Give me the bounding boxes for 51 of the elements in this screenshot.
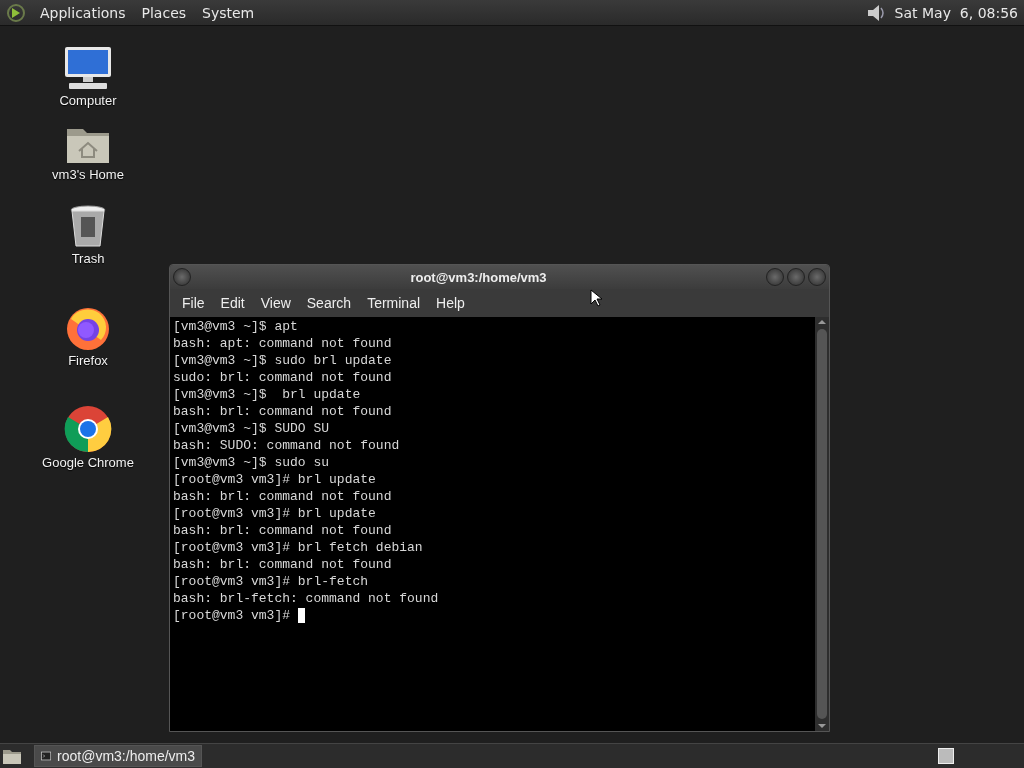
- window-title: root@vm3:/home/vm3: [409, 269, 548, 285]
- desktop-icon-label[interactable]: Trash: [71, 251, 105, 266]
- desktop-icon-label[interactable]: Google Chrome: [42, 455, 134, 470]
- chrome-icon: [64, 405, 112, 453]
- desktop-icon-label[interactable]: vm3's Home: [52, 167, 124, 182]
- firefox-icon: [65, 305, 111, 351]
- mouse-pointer-icon: [590, 289, 602, 307]
- menu-item[interactable]: Terminal: [359, 295, 429, 311]
- menu-item[interactable]: Help: [428, 295, 473, 311]
- menu-item[interactable]: View: [252, 295, 299, 311]
- taskbar-button[interactable]: root@vm3:/home/vm3: [34, 745, 202, 767]
- panel-menu[interactable]: Places: [133, 4, 195, 21]
- terminal-line: [vm3@vm3 ~]$ apt: [173, 318, 298, 335]
- text-cursor: [297, 608, 305, 623]
- terminal-line: [vm3@vm3 ~]$ brl update: [173, 386, 361, 403]
- desktop-icon-label[interactable]: Firefox: [68, 353, 108, 368]
- terminal-line: [vm3@vm3 ~]$ sudo su: [173, 454, 330, 471]
- terminal-line: [root@vm3 vm3]# brl update: [173, 471, 376, 488]
- terminal-line: [root@vm3 vm3]# brl update: [173, 505, 376, 522]
- show-desktop-icon[interactable]: [2, 747, 22, 765]
- terminal-line: [root@vm3 vm3]#: [173, 607, 292, 624]
- terminal-line: [root@vm3 vm3]# brl-fetch: [173, 573, 369, 590]
- trash-icon: [69, 205, 107, 249]
- scrollbar[interactable]: [815, 317, 829, 731]
- terminal-line: bash: brl-fetch: command not found: [173, 590, 439, 607]
- terminal-line: [vm3@vm3 ~]$ sudo brl update: [173, 352, 392, 369]
- terminal-line: bash: SUDO: command not found: [173, 437, 400, 454]
- maximize-button[interactable]: [787, 268, 805, 286]
- panel-menu[interactable]: System: [194, 4, 263, 21]
- workspace-switcher[interactable]: [938, 748, 954, 764]
- monitor-icon: [63, 45, 113, 91]
- menu-item[interactable]: File: [174, 295, 213, 311]
- close-button[interactable]: [808, 268, 826, 286]
- terminal-line: bash: brl: command not found: [173, 556, 392, 573]
- scroll-down-icon[interactable]: [817, 721, 827, 731]
- terminal-icon: [41, 750, 52, 762]
- menu-item[interactable]: Edit: [212, 295, 253, 311]
- terminal-line: [vm3@vm3 ~]$ SUDO SU: [173, 420, 330, 437]
- terminal-line: [root@vm3 vm3]# brl fetch debian: [173, 539, 423, 556]
- terminal-line: bash: brl: command not found: [173, 488, 392, 505]
- terminal-line: bash: brl: command not found: [173, 403, 392, 420]
- panel-logo-icon[interactable]: [6, 2, 26, 23]
- terminal-line: bash: brl: command not found: [173, 522, 392, 539]
- terminal-line: bash: apt: command not found: [173, 335, 392, 352]
- panel-menu[interactable]: Applications: [32, 4, 134, 21]
- minimize-button[interactable]: [766, 268, 784, 286]
- desktop-icon-label[interactable]: Computer: [59, 93, 117, 108]
- window-menu-button[interactable]: [173, 268, 191, 286]
- clock[interactable]: Sat May 6, 08:56: [886, 4, 1024, 21]
- menu-item[interactable]: Search: [298, 295, 360, 311]
- terminal-line: sudo: brl: command not found: [173, 369, 392, 386]
